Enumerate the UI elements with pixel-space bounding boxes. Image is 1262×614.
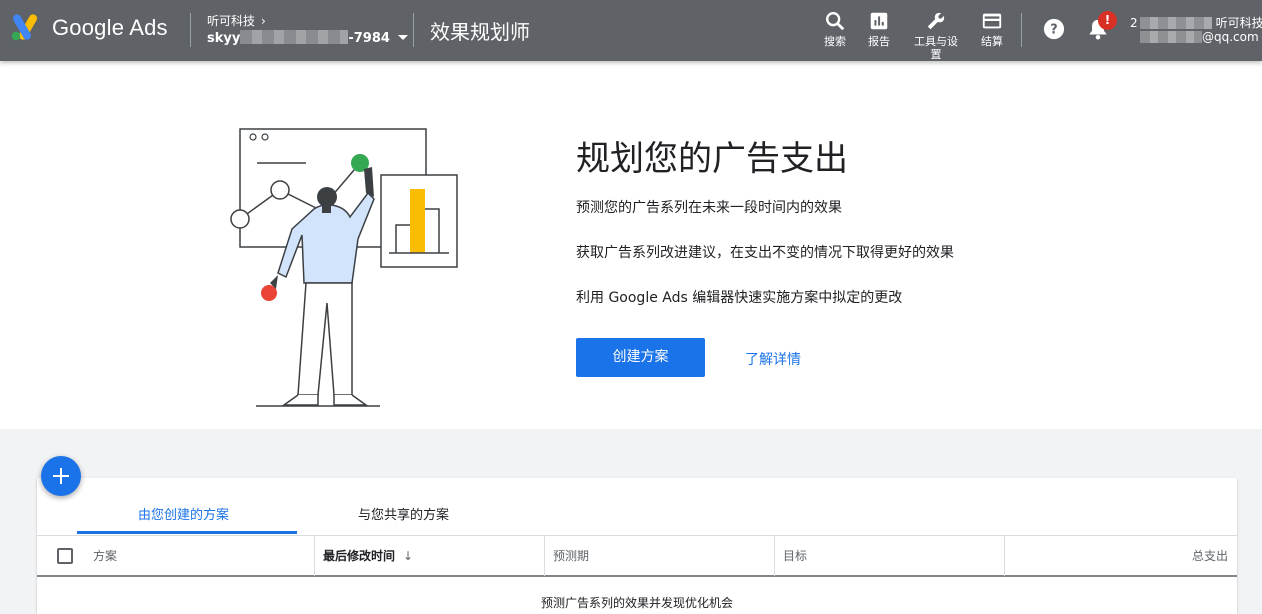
tools-settings-label: 工具与设置: [914, 35, 958, 61]
plans-card: 由您创建的方案 与您共享的方案 方案 最后修改时间 ↓ 预测期 目标 总支出 预测…: [37, 478, 1237, 614]
reports-tool-label: 报告: [868, 35, 890, 48]
tab-created-by-you[interactable]: 由您创建的方案: [138, 504, 229, 523]
header-divider: [190, 13, 191, 47]
brand-name: Google Ads: [52, 15, 168, 40]
column-divider: [774, 536, 775, 576]
notification-badge: !: [1098, 11, 1117, 30]
billing-tool-label: 结算: [981, 35, 1003, 48]
reports-tool-button[interactable]: 报告: [855, 10, 903, 48]
user-line1-suffix: 听可科技: [1215, 16, 1262, 30]
svg-text:?: ?: [1050, 23, 1057, 38]
active-tab-indicator: [77, 531, 297, 534]
empty-state-message: 预测广告系列的效果并发现优化机会: [540, 596, 733, 610]
hero-bullet: 预测您的广告系列在未来一段时间内的效果: [576, 200, 842, 216]
chevron-right-icon: ›: [261, 14, 266, 28]
header-divider: [1021, 13, 1022, 47]
hero-bullet: 获取广告系列改进建议，在支出不变的情况下取得更好的效果: [576, 245, 954, 261]
column-divider: [1004, 536, 1005, 576]
plans-table-header: 方案 最后修改时间 ↓ 预测期 目标 总支出: [37, 535, 1237, 577]
account-breadcrumb[interactable]: 听可科技 ›: [207, 12, 266, 29]
search-tool-label: 搜索: [824, 35, 846, 48]
create-plan-button[interactable]: 创建方案: [576, 338, 705, 377]
add-plan-fab-button[interactable]: [41, 456, 81, 496]
learn-more-link[interactable]: 了解详情: [745, 349, 801, 369]
search-tool-button[interactable]: 搜索: [811, 10, 859, 48]
top-app-bar: Google Ads 听可科技 › skyy -7984 效果规划师 搜索 报告 工…: [0, 0, 1262, 61]
account-parent-name: 听可科技: [207, 14, 256, 28]
dropdown-caret-icon: [397, 35, 408, 40]
column-divider: [314, 536, 315, 576]
credit-card-icon: [982, 13, 1002, 29]
help-icon[interactable]: ?: [1043, 18, 1065, 40]
select-all-checkbox[interactable]: [57, 548, 73, 564]
planning-illustration: [230, 128, 458, 407]
user-account-line1[interactable]: 2 听可科技: [1130, 14, 1262, 31]
column-header-last-modified[interactable]: 最后修改时间 ↓: [323, 536, 413, 576]
tab-shared-with-you[interactable]: 与您共享的方案: [358, 504, 449, 523]
page-title: 效果规划师: [430, 20, 530, 44]
reports-icon: [870, 12, 888, 30]
account-id-prefix: skyy: [207, 31, 241, 46]
hero-section: 规划您的广告支出 预测您的广告系列在未来一段时间内的效果 获取广告系列改进建议，…: [0, 61, 1262, 429]
wrench-icon: [927, 12, 945, 30]
redacted-account-id: [240, 30, 349, 44]
arrow-down-icon: ↓: [403, 549, 414, 563]
user-email-domain: @qq.com: [1202, 30, 1259, 44]
column-divider: [544, 536, 545, 576]
hero-bullet: 利用 Google Ads 编辑器快速实施方案中拟定的更改: [576, 290, 903, 306]
google-ads-logo-icon[interactable]: [10, 14, 42, 42]
tools-settings-button[interactable]: 工具与设置: [912, 10, 960, 61]
column-header-plan[interactable]: 方案: [93, 536, 117, 576]
user-account-line2[interactable]: @qq.com: [1140, 30, 1259, 44]
column-header-goal[interactable]: 目标: [783, 536, 807, 576]
redacted-user-name: [1139, 17, 1212, 29]
last-modified-label: 最后修改时间: [323, 549, 396, 563]
hero-title: 规划您的广告支出: [576, 139, 848, 179]
column-header-total-spend[interactable]: 总支出: [1192, 536, 1228, 576]
search-icon: [826, 12, 845, 31]
redacted-user-email: [1140, 31, 1202, 43]
header-divider: [413, 13, 414, 47]
billing-tool-button[interactable]: 结算: [968, 10, 1016, 48]
user-line1-prefix: 2: [1130, 16, 1138, 30]
account-id-suffix: -7984: [348, 31, 390, 46]
column-header-forecast-period[interactable]: 预测期: [553, 536, 589, 576]
account-switcher[interactable]: skyy -7984: [207, 30, 408, 46]
